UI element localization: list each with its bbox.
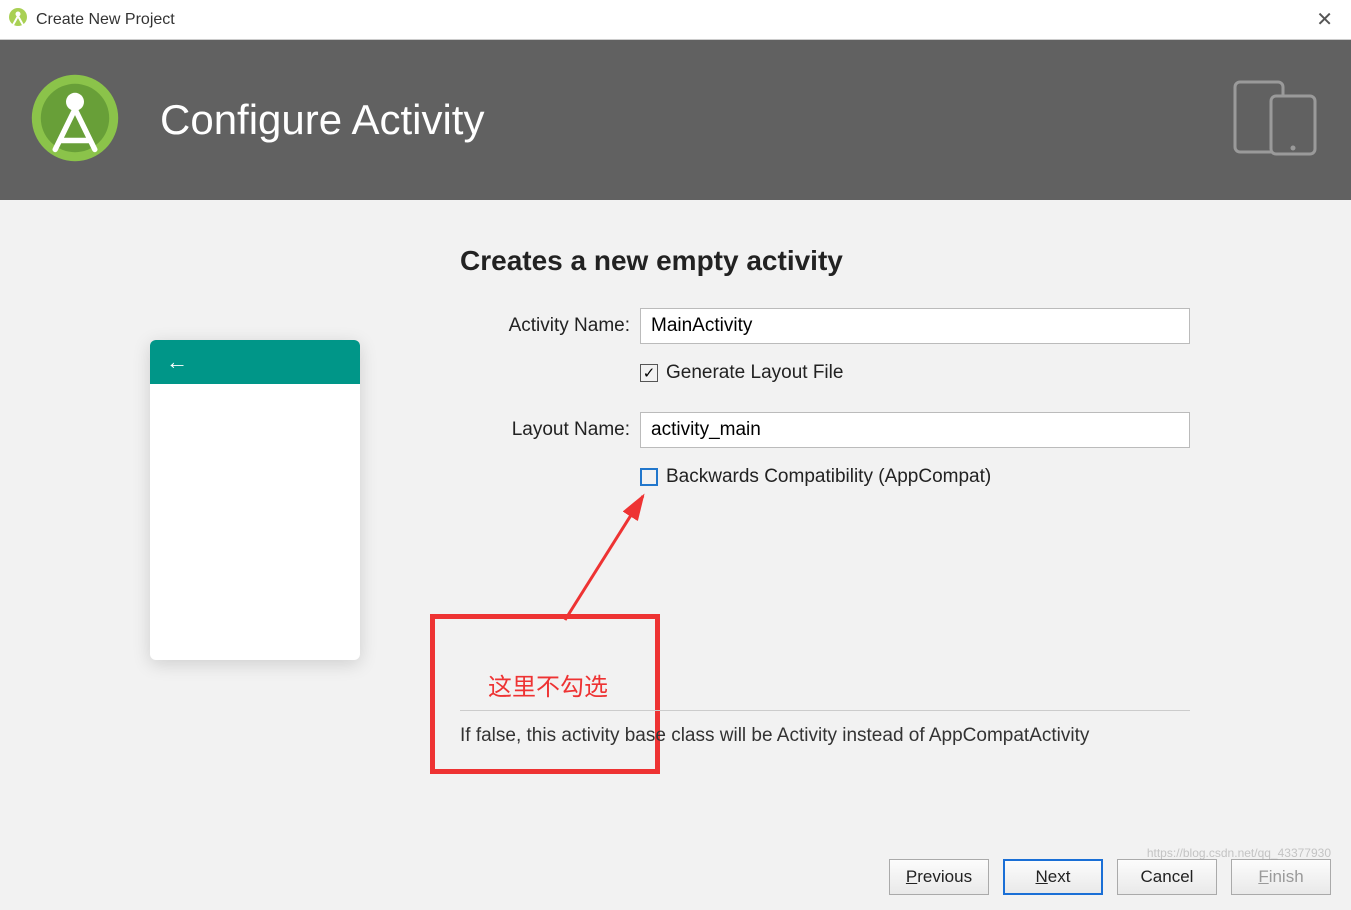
body: Creates a new empty activity ← Activity … [0,200,1351,910]
generate-layout-row[interactable]: Generate Layout File [640,362,843,384]
generate-layout-checkbox[interactable] [640,364,658,382]
next-button[interactable]: Next [1003,859,1103,895]
divider [460,710,1190,711]
section-heading: Creates a new empty activity [460,245,843,277]
back-arrow-icon: ← [166,349,188,375]
layout-name-row: Layout Name: [460,412,1190,448]
backwards-compat-checkbox[interactable] [640,468,658,486]
cancel-button[interactable]: Cancel [1117,859,1217,895]
watermark: https://blog.csdn.net/qq_43377930 [1147,846,1331,860]
activity-name-input[interactable] [640,308,1190,344]
banner: Configure Activity [0,40,1351,200]
android-studio-icon [8,7,28,32]
annotation-text: 这里不勾选 [488,667,608,702]
annotation-arrow-icon [555,488,665,628]
titlebar: Create New Project ✕ [0,0,1351,40]
help-text: If false, this activity base class will … [460,725,1089,747]
devices-icon [1231,78,1321,163]
previous-button[interactable]: Previous [889,859,989,895]
close-icon[interactable]: ✕ [1306,3,1343,36]
button-bar: Previous Next Cancel Finish [889,859,1331,895]
layout-name-label: Layout Name: [460,419,630,441]
android-studio-logo-icon [30,73,120,168]
window-title: Create New Project [36,11,175,29]
layout-name-input[interactable] [640,412,1190,448]
activity-preview: ← [150,340,360,660]
page-title: Configure Activity [160,96,484,144]
generate-layout-label: Generate Layout File [666,362,843,384]
backwards-compat-row[interactable]: Backwards Compatibility (AppCompat) [640,466,991,488]
activity-name-label: Activity Name: [460,315,630,337]
activity-name-row: Activity Name: [460,308,1190,344]
backwards-compat-label: Backwards Compatibility (AppCompat) [666,466,991,488]
finish-button: Finish [1231,859,1331,895]
